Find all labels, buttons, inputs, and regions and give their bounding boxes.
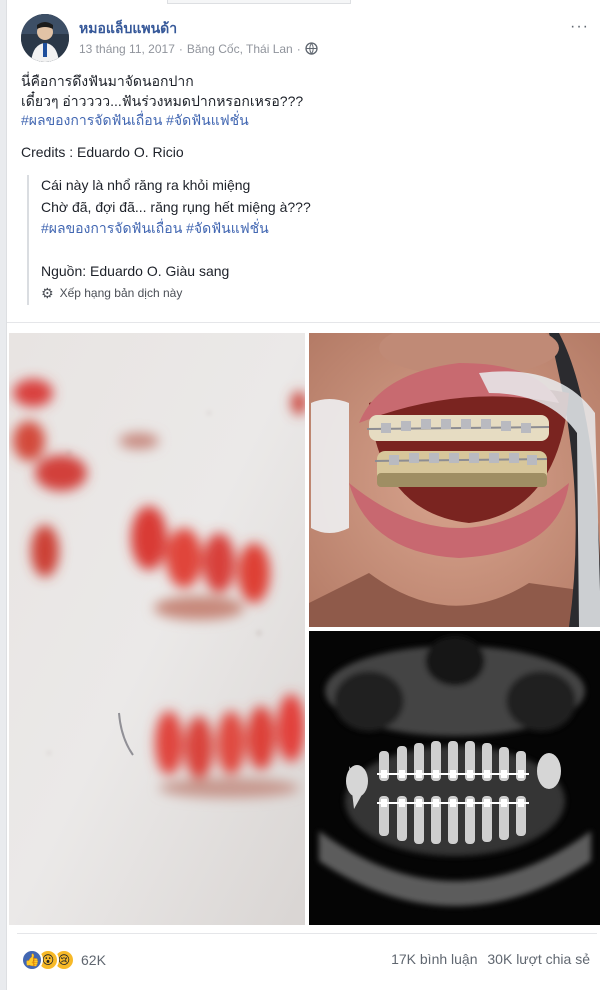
post-header: หมอแล็บแพนด้า 13 tháng 11, 2017 · Băng Cốc… bbox=[21, 14, 591, 62]
translation-source: Nguồn: Eduardo O. Giàu sang bbox=[41, 262, 230, 279]
post-line-2: เดี๋ยวๆ อ่าวววว...ฟันร่วงหมดปากหรอกเหรอ?… bbox=[21, 92, 304, 109]
post-line-1: นี่คือการดึงฟันมาจัดนอกปาก bbox=[21, 73, 194, 89]
reaction-count[interactable]: 62K bbox=[81, 952, 106, 968]
translation-line-1: Cái này là nhổ răng ra khỏi miệng bbox=[41, 177, 251, 193]
avatar[interactable] bbox=[21, 14, 69, 62]
footer-divider bbox=[17, 933, 597, 934]
post-credits: Credits : Eduardo O. Ricio bbox=[21, 143, 184, 160]
comments-count[interactable]: 17K bình luận bbox=[391, 951, 477, 967]
translation-spacer bbox=[41, 240, 587, 261]
post-card: หมอแล็บแพนด้า 13 tháng 11, 2017 · Băng Cốc… bbox=[6, 0, 600, 990]
photo-dental-xray[interactable] bbox=[309, 631, 600, 925]
post-date[interactable]: 13 tháng 11, 2017 bbox=[79, 42, 175, 56]
rate-translation-label: Xếp hạng bản dịch này bbox=[59, 286, 183, 300]
post-location[interactable]: Băng Cốc, Thái Lan bbox=[187, 42, 293, 56]
rate-translation-link[interactable]: ⚙ Xếp hạng bản dịch này bbox=[41, 283, 587, 305]
translation-line-2: Chờ đã, đợi đã... răng rụng hết miệng à?… bbox=[41, 198, 311, 215]
author-name[interactable]: หมอแล็บแพนด้า bbox=[79, 18, 177, 40]
more-options-button[interactable]: ··· bbox=[570, 18, 589, 36]
photo-extracted-teeth[interactable] bbox=[9, 333, 305, 925]
translation-hashtags[interactable]: #ผลของการจัดฟันเถื่อน #จัดฟันแฟชั่น bbox=[41, 218, 587, 240]
post-text: นี่คือการดึงฟันมาจัดนอกปาก เดี๋ยวๆ อ่าวว… bbox=[21, 72, 591, 162]
divider bbox=[7, 322, 600, 323]
globe-icon bbox=[305, 42, 318, 55]
post-meta: 13 tháng 11, 2017 · Băng Cốc, Thái Lan · bbox=[79, 42, 318, 56]
shares-count[interactable]: 30K lượt chia sẻ bbox=[487, 951, 590, 967]
engagement-counts: 17K bình luận 30K lượt chia sẻ bbox=[391, 951, 590, 967]
translation-block: Cái này là nhổ răng ra khỏi miệng Chờ đã… bbox=[27, 175, 587, 305]
gear-icon: ⚙ bbox=[41, 285, 54, 301]
reactions-summary[interactable]: 👍 😮 😢 62K bbox=[21, 946, 106, 974]
post-hashtags[interactable]: #ผลของการจัดฟันเถื่อน #จัดฟันแฟชั่น bbox=[21, 111, 591, 131]
like-icon: 👍 bbox=[21, 949, 43, 971]
photo-braces-mouth[interactable] bbox=[309, 333, 600, 627]
top-tab-edge bbox=[167, 0, 351, 4]
